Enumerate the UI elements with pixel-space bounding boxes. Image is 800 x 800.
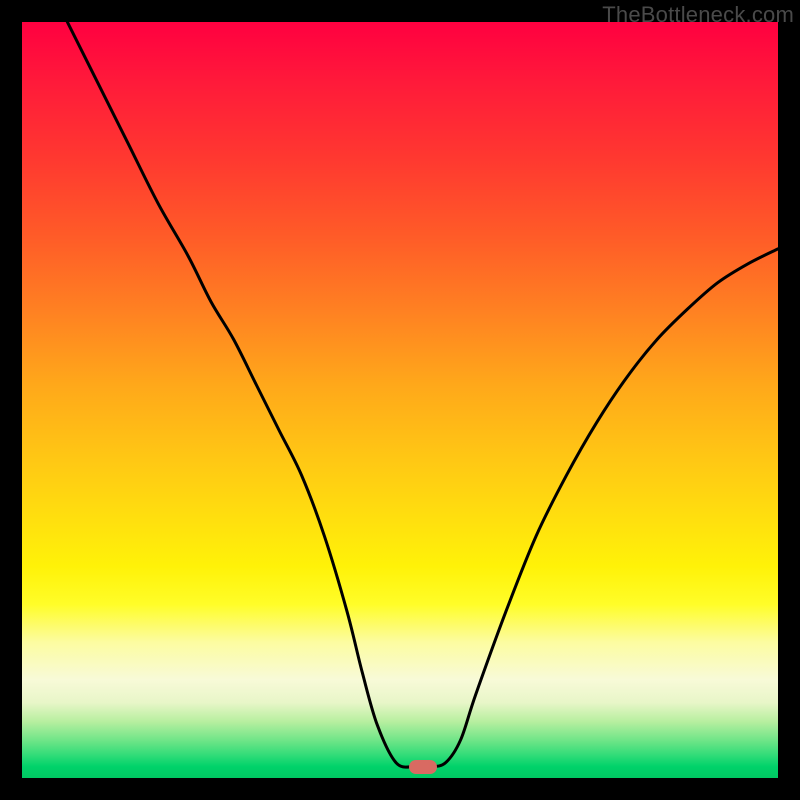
optimum-marker xyxy=(409,760,437,774)
bottleneck-curve-line xyxy=(67,22,778,767)
watermark-text: TheBottleneck.com xyxy=(602,2,794,28)
bottleneck-chart: TheBottleneck.com xyxy=(0,0,800,800)
curve-layer xyxy=(22,22,778,778)
plot-area xyxy=(22,22,778,778)
